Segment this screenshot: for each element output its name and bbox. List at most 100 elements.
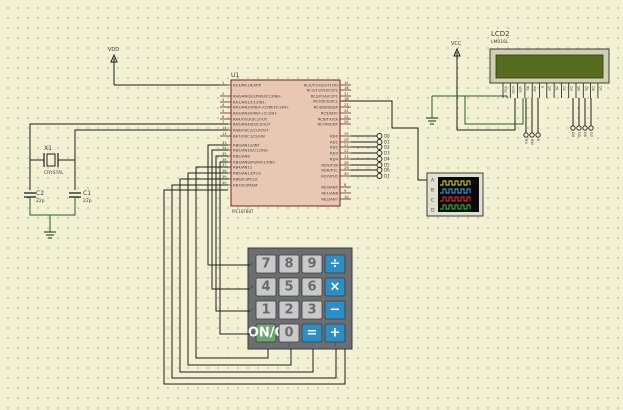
terminal-icon[interactable] [582, 125, 588, 131]
terminal-icon[interactable] [588, 125, 594, 131]
mcu-pin-number: 5 [222, 109, 224, 113]
mcu-pin-name: RB1/AN10/C12IN3- [233, 148, 269, 153]
mcu-pin-number: 9 [344, 189, 347, 193]
vdd-power-symbol[interactable]: VDD [108, 47, 119, 85]
keypad-key-cap[interactable] [278, 277, 300, 297]
oscilloscope[interactable]: ABCD [426, 172, 484, 217]
keypad-key[interactable]: 0 [278, 323, 300, 343]
lcd-pin-label: D5 [584, 86, 588, 91]
keypad-key-cap[interactable] [301, 254, 323, 274]
lcd-pin-label: D4 [577, 86, 581, 91]
capacitor-c2[interactable]: C2 22p [24, 190, 45, 204]
keypad-key-cap[interactable] [255, 254, 277, 274]
mcu-pin-number: 36 [222, 158, 227, 162]
keypad-key-cap[interactable] [324, 254, 346, 274]
keypad-key-cap[interactable] [324, 323, 346, 343]
mcu-pin-number: 18 [344, 97, 349, 101]
mcu-part: PIC16F887 [232, 209, 254, 214]
crystal-x1[interactable]: X1 CRYSTAL [30, 145, 75, 176]
mcu-pin-name: RC1/T1OSI/CCP2 [307, 88, 339, 93]
terminal-icon[interactable] [376, 139, 383, 145]
terminal-label: D7 [384, 174, 390, 179]
keypad-key[interactable]: 7 [255, 254, 277, 274]
mcu-pin-name: RA0/AN0/ULPWU/C12IN0- [233, 94, 282, 99]
lcd-pins: VSS VDD VEE RS RW E D0 D1 D2 D3 D4 D5 D6 D7 [502, 83, 602, 98]
terminal-icon[interactable] [535, 132, 541, 138]
terminal-icon[interactable] [529, 132, 535, 138]
mcu-pin-name: RD0 [330, 134, 339, 139]
keypad-key-cap[interactable] [278, 254, 300, 274]
terminal-icon[interactable] [376, 167, 383, 173]
keypad-key-cap[interactable] [278, 323, 300, 343]
terminal-icon[interactable] [570, 125, 576, 131]
keypad-key-cap[interactable] [324, 300, 346, 320]
vcc-power-symbol[interactable]: VCC [451, 41, 462, 130]
keypad-key[interactable]: 2 [278, 300, 300, 320]
keypad-key-cap[interactable] [278, 300, 300, 320]
keypad[interactable]: 7 8 9 ÷4 5 6 ×1 2 3 −ON/C 0 = + ABCD 1234 [247, 247, 353, 350]
terminal-label: E [536, 139, 540, 142]
mcu-pin-name: RE2/AN7 [321, 197, 338, 202]
keypad-key[interactable]: 5 [278, 277, 300, 297]
terminal-icon[interactable] [376, 144, 383, 150]
keypad-col-label: 3 [311, 343, 313, 347]
keypad-key[interactable]: 6 [301, 277, 323, 297]
mcu-pin-number: 8 [344, 183, 347, 187]
mcu-pin-number: 1 [222, 81, 224, 85]
terminal-icon[interactable] [376, 162, 383, 168]
terminal-label: D5 [577, 132, 581, 137]
keypad-key[interactable]: 8 [278, 254, 300, 274]
lcd-pin-label: VDD [511, 86, 515, 94]
terminal-icon[interactable] [576, 125, 582, 131]
c2-value: 22p [36, 198, 45, 204]
lcd-pin-label: VSS [504, 86, 508, 93]
mcu-pin-number: 7 [222, 120, 224, 124]
mcu-pin-name: RC3/SCK/SCL [313, 99, 339, 104]
lcd-ref: LCD2 [491, 30, 510, 38]
schematic-canvas[interactable]: VDD VCC U1 1 RE3/MCLR/VPP 2 RA0/AN0/ULPWU/C… [0, 0, 623, 410]
vdd-label: VDD [108, 47, 119, 53]
keypad-key-cap[interactable] [324, 277, 346, 297]
terminal-icon[interactable] [376, 133, 383, 139]
lcd-pin-label: VEE [518, 86, 522, 93]
keypad-key-cap[interactable] [255, 277, 277, 297]
c1-ref: C1 [83, 190, 91, 197]
mcu-pin-number: 26 [344, 120, 349, 124]
terminal-label: D6 [384, 168, 390, 173]
keypad-key[interactable]: 3 [301, 300, 323, 320]
terminal-icon[interactable] [376, 150, 383, 156]
mcu-pin-number: 10 [344, 195, 349, 199]
terminal-label: D4 [571, 132, 575, 138]
keypad-key[interactable]: × [324, 277, 346, 297]
c1-value: 22p [83, 198, 92, 204]
terminal-icon[interactable] [523, 132, 529, 138]
keypad-key[interactable]: = [301, 323, 323, 343]
keypad-col-label: 2 [288, 343, 290, 347]
lcd-module[interactable]: LCD2 LM016L VSS VDD VEE RS RW E D0 D1 D2 D3 D4 D5 D6… [489, 30, 610, 98]
keypad-key-cap[interactable] [301, 277, 323, 297]
keypad-key[interactable]: 1 [255, 300, 277, 320]
mcu-pin-number: 24 [344, 109, 349, 113]
crystal-icon [46, 153, 56, 167]
mcu-pin-name: RD6/P1C [321, 168, 338, 173]
keypad-key-cap[interactable] [301, 300, 323, 320]
mcu-pin-name: RC4/SDI/SDA [314, 105, 339, 110]
keypad-key[interactable]: 4 [255, 277, 277, 297]
mcu-u1[interactable]: U1 1 RE3/MCLR/VPP 2 RA0/AN0/ULPWU/C12IN0- 3 R… [220, 72, 351, 214]
terminal-icon[interactable] [376, 173, 383, 179]
lcd-pin-label: D7 [598, 86, 602, 91]
keypad-key[interactable]: − [324, 300, 346, 320]
mcu-pin-number: 37 [222, 163, 227, 167]
keypad-key-cap[interactable] [301, 323, 323, 343]
capacitor-c1[interactable]: C1 22p [69, 190, 92, 204]
keypad-key-cap[interactable] [255, 300, 277, 320]
keypad-key[interactable]: 9 [301, 254, 323, 274]
keypad-key[interactable]: + [324, 323, 346, 343]
keypad-key[interactable]: ÷ [324, 254, 346, 274]
mcu-pin-number: 17 [344, 92, 349, 96]
mcu-pin-name: RB4/AN11 [233, 165, 253, 170]
mcu-pin-number: 35 [222, 152, 227, 156]
keypad-key-cap[interactable] [255, 323, 277, 343]
mcu-pin-name: RA6/OSC2/CLKOUT [233, 128, 269, 133]
terminal-icon[interactable] [376, 156, 383, 162]
